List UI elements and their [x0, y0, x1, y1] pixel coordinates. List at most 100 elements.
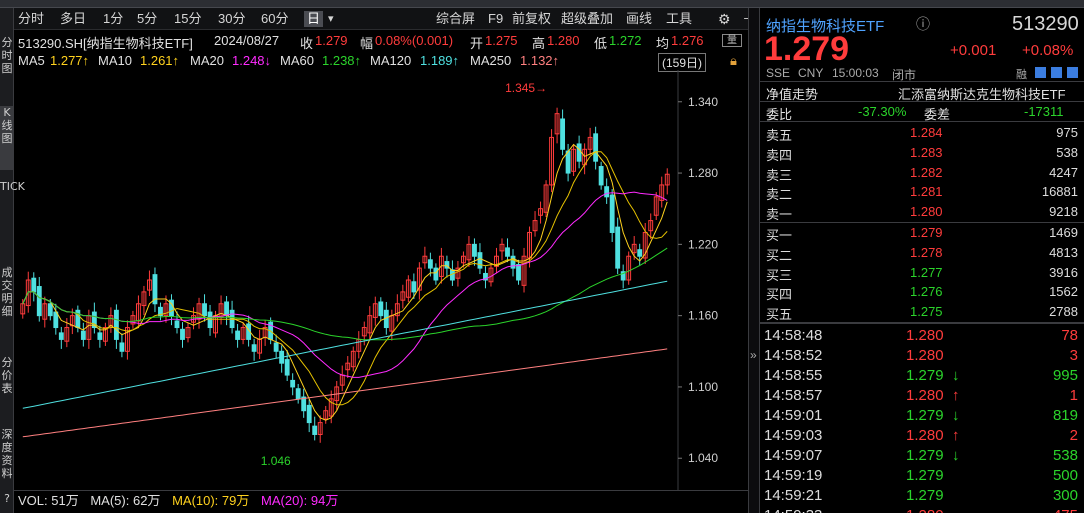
sidebar-tab-profile[interactable]: 深度资料: [0, 428, 14, 480]
top-menu-strip: [0, 0, 1084, 8]
bid-row-label: 买四: [766, 287, 793, 303]
ask-row-label: 卖二: [766, 187, 793, 203]
period-tab-multiday[interactable]: 多日: [60, 11, 86, 27]
kline-chart[interactable]: 1.340 1.280 1.220 1.160 1.100 1.040 1.345→ 1.04…: [14, 70, 748, 490]
composite-screen-button[interactable]: 综合屏: [436, 11, 475, 27]
sidebar-tab-price-table[interactable]: 分价表: [0, 356, 14, 395]
volume-badge-icon[interactable]: 量: [722, 34, 742, 47]
ask-row-vol: 538: [1056, 144, 1078, 160]
help-icon[interactable]: ?: [0, 492, 14, 505]
panel-divider[interactable]: »: [748, 8, 760, 513]
candle-body: [53, 311, 59, 329]
ma20-value: 1.248↓: [232, 53, 272, 68]
sidebar-tab-trades[interactable]: 成交明细: [0, 266, 14, 318]
stock-info-bar: 513290.SH[纳指生物科技ETF] 2024/08/27 收 1.279 …: [14, 30, 748, 51]
trade-arrow-icon: ↓: [952, 447, 960, 464]
close-value: 1.279: [315, 33, 348, 48]
trade-price: 1.279: [906, 367, 944, 384]
bid-row[interactable]: 买五 1.275 2788: [760, 302, 1084, 322]
period-tab-day[interactable]: 日: [304, 11, 324, 27]
trade-price: 1.280: [906, 387, 944, 404]
ma5-label: MA5: [18, 53, 45, 68]
bid-row-vol: 1562: [1049, 284, 1078, 300]
sidebar-tab-kline[interactable]: K线图: [0, 106, 14, 170]
ma120-label: MA120: [370, 53, 412, 68]
ma250-line: [22, 348, 668, 438]
tools-button[interactable]: 工具: [666, 11, 692, 27]
ma5-value: 1.277↑: [50, 53, 90, 68]
period-tab-15min[interactable]: 15分: [174, 11, 201, 27]
ask-row[interactable]: 卖二 1.281 16881: [760, 182, 1084, 203]
info-icon[interactable]: ⓘ: [916, 14, 930, 34]
sidebar-tab-timeshare[interactable]: 分时图: [0, 36, 14, 75]
draw-icon[interactable]: [1051, 67, 1062, 78]
ask-row-price: 1.280: [910, 204, 943, 220]
candle-body: [202, 303, 207, 317]
grid-icon[interactable]: [1067, 67, 1078, 78]
ask-row-vol: 4247: [1049, 164, 1078, 180]
bid-row[interactable]: 买三 1.277 3916: [760, 263, 1084, 283]
period-tab-60min[interactable]: 60分: [261, 11, 288, 27]
bid-row[interactable]: 买一 1.279 1469: [760, 223, 1084, 243]
trade-arrow-icon: ↓: [952, 367, 960, 384]
trade-price: 1.279: [906, 487, 944, 504]
period-tab-timeshare[interactable]: 分时: [18, 11, 44, 27]
ma10-line: [22, 151, 668, 406]
candle-body: [207, 311, 213, 329]
candle-body: [516, 264, 521, 281]
ask-row[interactable]: 卖三 1.282 4247: [760, 163, 1084, 183]
candle-body: [593, 133, 599, 162]
sidebar-tab-tick[interactable]: TICK: [0, 180, 25, 193]
ma60-line: [22, 247, 668, 341]
ask-row-price: 1.281: [910, 184, 943, 200]
ask-row[interactable]: 卖四 1.283 538: [760, 143, 1084, 163]
quote-change: +0.001: [950, 42, 997, 59]
divider: [760, 121, 1084, 122]
edit-icon[interactable]: [1035, 67, 1046, 78]
bid-row[interactable]: 买四 1.276 1562: [760, 282, 1084, 303]
ask-row[interactable]: 卖五 1.284 975: [760, 123, 1084, 143]
candle-body: [312, 425, 318, 435]
trade-arrow-icon: ↑: [952, 387, 960, 404]
y-tick-label: 1.040: [688, 451, 718, 465]
ask-row-vol: 9218: [1049, 204, 1078, 220]
ratio-value: -37.30%: [858, 104, 907, 119]
exchange-label: SSE: [766, 66, 791, 80]
period-tab-5min[interactable]: 5分: [137, 11, 157, 27]
f9-button[interactable]: F9: [488, 11, 503, 27]
candle-body: [36, 286, 42, 317]
bid-row-label: 买二: [766, 247, 793, 263]
trade-arrow-icon: ↓: [952, 407, 960, 424]
forward-adjust-button[interactable]: 前复权: [512, 11, 551, 27]
expand-icon[interactable]: »: [750, 348, 757, 362]
volume-legend-bar: VOL: 51万 MA(5): 62万 MA(10): 79万 MA(20): …: [14, 490, 748, 513]
ma20-label: MA20: [190, 53, 224, 68]
trade-row: 14:59:33 1.280 475: [760, 505, 1084, 513]
trade-time: 14:58:48: [764, 327, 823, 344]
trade-row: 14:59:03 1.280 ↑ 2: [760, 425, 1084, 444]
super-overlay-button[interactable]: 超级叠加: [561, 11, 613, 27]
lock-icon[interactable]: 🔒︎: [730, 53, 737, 69]
bid-row-label: 买一: [766, 228, 793, 243]
bid-row[interactable]: 买二 1.278 4813: [760, 243, 1084, 263]
period-tab-30min[interactable]: 30分: [218, 11, 245, 27]
trade-time: 14:58:57: [764, 387, 823, 404]
candle-body: [576, 143, 582, 162]
chevron-down-icon[interactable]: ▾: [328, 11, 334, 27]
trade-arrow-icon: ↑: [952, 427, 960, 444]
ask-row[interactable]: 卖一 1.280 9218: [760, 202, 1084, 222]
candle-body: [97, 332, 103, 340]
draw-line-button[interactable]: 画线: [626, 11, 652, 27]
y-tick-label: 1.340: [688, 95, 718, 109]
gear-icon[interactable]: ⚙: [718, 11, 731, 28]
candle-body: [47, 303, 53, 317]
trade-row: 14:58:57 1.280 ↑ 1: [760, 385, 1084, 404]
candle-body: [411, 281, 417, 293]
trade-time: 14:59:07: [764, 447, 823, 464]
ask-row-price: 1.284: [910, 125, 943, 140]
trade-price: 1.279: [906, 447, 944, 464]
trade-volume: 819: [1052, 407, 1078, 424]
trade-volume: 300: [1052, 487, 1078, 504]
period-tab-1min[interactable]: 1分: [103, 11, 123, 27]
candle-body: [235, 330, 241, 340]
